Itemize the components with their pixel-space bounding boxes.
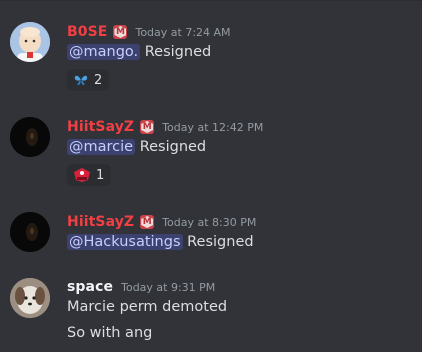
avatar-image bbox=[10, 278, 50, 318]
message-content: @Hackusatings Resigned bbox=[67, 234, 254, 250]
username[interactable]: B0SE bbox=[67, 24, 107, 40]
reaction-count: 2 bbox=[94, 72, 103, 88]
user-mention[interactable]: @marcie bbox=[67, 139, 136, 155]
message-text: Marcie perm demoted bbox=[67, 299, 228, 315]
message-text: Resigned bbox=[144, 44, 212, 60]
timestamp[interactable]: Today at 8:30 PM bbox=[162, 216, 256, 229]
username[interactable]: space bbox=[67, 279, 113, 295]
message-header: HiitSayZ M Today at 8:30 PM bbox=[67, 214, 256, 230]
avatar[interactable] bbox=[10, 22, 50, 62]
avatar[interactable] bbox=[10, 278, 50, 318]
message-header: B0SE M Today at 7:24 AM bbox=[67, 24, 231, 40]
avatar-image bbox=[10, 212, 50, 252]
message-content: @marcie Resigned bbox=[67, 139, 206, 155]
red-emblem-emoji-icon bbox=[74, 168, 90, 182]
message-content: @mango. Resigned bbox=[67, 44, 211, 60]
user-mention[interactable]: @Hackusatings bbox=[67, 234, 183, 250]
timestamp[interactable]: Today at 12:42 PM bbox=[162, 121, 263, 134]
message-text: Resigned bbox=[139, 139, 207, 155]
chat-message-list: B0SE M Today at 7:24 AM @mango. Resigned… bbox=[0, 0, 422, 352]
reaction-button[interactable]: 2 bbox=[67, 69, 110, 91]
moderator-badge-icon[interactable]: M bbox=[113, 25, 128, 39]
moderator-badge-icon[interactable]: M bbox=[140, 120, 155, 134]
avatar[interactable] bbox=[10, 117, 50, 157]
message-text: So with ang bbox=[67, 325, 153, 341]
username[interactable]: HiitSayZ bbox=[67, 214, 134, 230]
username[interactable]: HiitSayZ bbox=[67, 119, 134, 135]
message-header: HiitSayZ M Today at 12:42 PM bbox=[67, 119, 263, 135]
butterfly-emoji-icon bbox=[74, 75, 88, 86]
avatar[interactable] bbox=[10, 212, 50, 252]
timestamp[interactable]: Today at 7:24 AM bbox=[135, 26, 230, 39]
reaction-count: 1 bbox=[96, 167, 105, 183]
moderator-badge-icon[interactable]: M bbox=[140, 215, 155, 229]
user-mention[interactable]: @mango. bbox=[67, 44, 141, 60]
avatar-image bbox=[10, 117, 50, 157]
reaction-button[interactable]: 1 bbox=[67, 164, 112, 186]
divider bbox=[0, 0, 422, 1]
message-text: Resigned bbox=[187, 234, 254, 250]
avatar-image bbox=[10, 22, 50, 62]
message-header: space Today at 9:31 PM bbox=[67, 279, 215, 295]
timestamp[interactable]: Today at 9:31 PM bbox=[121, 281, 215, 294]
